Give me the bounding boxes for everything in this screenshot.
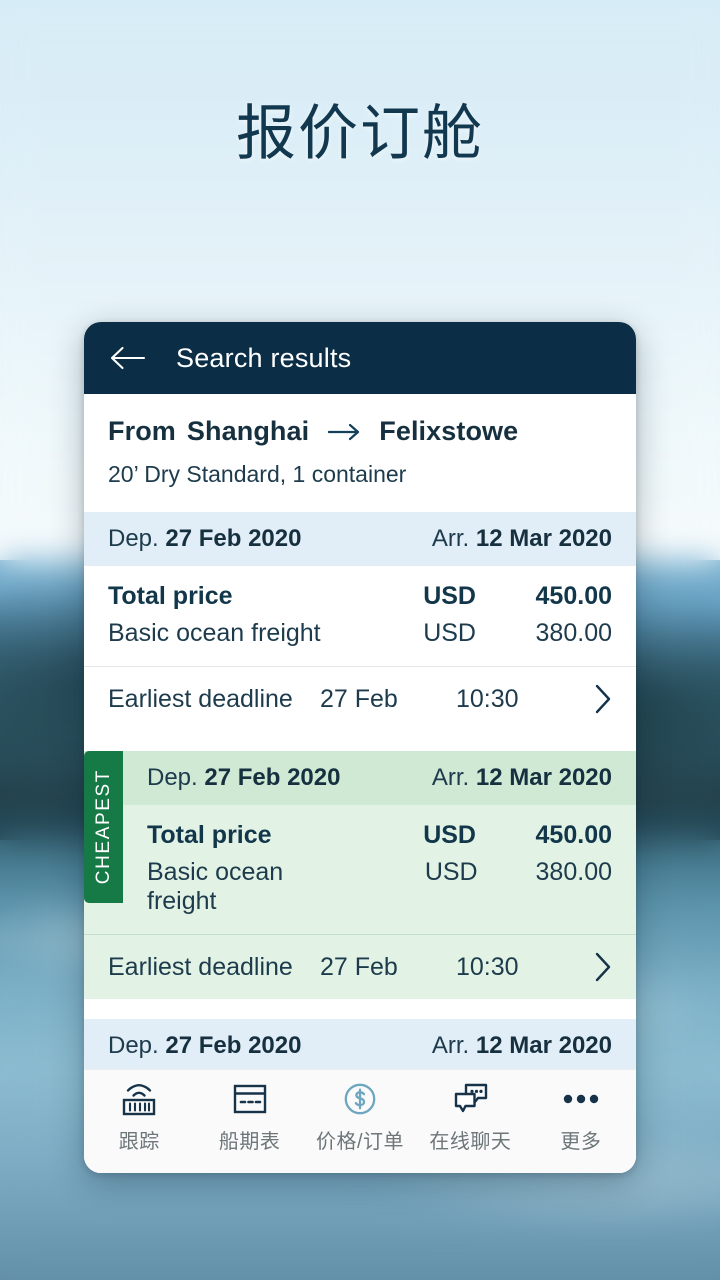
nav-label-more: 更多 [560,1131,602,1153]
route-header: From Shanghai Felixstowe 20’ Dry Standar… [84,394,636,492]
arrow-right-icon [328,422,360,442]
arrival-date: 12 Mar 2020 [475,764,612,791]
deadline-label: Earliest deadline [108,684,293,713]
app-bar: Search results [84,322,636,394]
total-price-value: 450.00 [535,582,612,610]
departure-date: 27 Feb 2020 [165,525,302,552]
chevron-right-icon[interactable] [578,952,612,982]
page-title: 报价订舱 [236,100,484,167]
total-price-row: Total price USD 450.00 [147,817,612,854]
deadline-date: 27 Feb [320,952,398,981]
nav-item-chat[interactable]: 在线聊天 [415,1079,525,1154]
freight-price-row: Basic ocean freight USD 380.00 [147,854,612,920]
departure-date-group: Dep. 27 Feb 2020 [108,1032,301,1060]
result-card[interactable]: Dep. 27 Feb 2020 Arr. 12 Mar 2020 Total … [84,512,636,731]
nav-item-more[interactable]: 更多 [526,1079,636,1154]
nav-item-tracking[interactable]: 跟踪 [84,1079,194,1154]
result-card-dates: Dep. 27 Feb 2020 Arr. 12 Mar 2020 [84,751,636,805]
route-line: From Shanghai Felixstowe [108,416,612,447]
route-summary: 20’ Dry Standard, 1 container [108,461,407,487]
chevron-right-icon[interactable] [578,684,612,714]
arrival-date: 12 Mar 2020 [475,1032,612,1059]
deadline-label: Earliest deadline [108,952,293,981]
total-price-label: Total price [147,821,272,849]
freight-currency: USD [424,858,478,886]
total-price-value: 450.00 [535,821,612,849]
arrival-label: Arr. [431,525,470,552]
freight-value: 380.00 [535,619,612,647]
dollar-circle-icon [339,1079,381,1119]
cheapest-badge: CHEAPEST [84,751,123,903]
more-dots-icon [558,1079,604,1119]
route-destination: Felixstowe [379,416,519,446]
nav-label-tracking: 跟踪 [118,1131,160,1153]
arrival-date-group: Arr. 12 Mar 2020 [432,764,612,792]
arrival-date-group: Arr. 12 Mar 2020 [432,1032,612,1060]
nav-item-schedule[interactable]: 船期表 [194,1079,304,1154]
departure-date: 27 Feb 2020 [204,764,341,791]
chat-bubbles-icon [447,1079,493,1119]
route-origin: Shanghai [186,416,310,446]
nav-item-price-order[interactable]: 价格/订单 [305,1079,415,1154]
freight-value: 380.00 [535,858,612,886]
result-card-cheapest[interactable]: CHEAPEST Dep. 27 Feb 2020 Arr. 12 Mar 20… [84,751,636,999]
phone-screen: Search results From Shanghai Felixstowe … [84,322,636,1173]
departure-label: Dep. [147,764,198,791]
departure-label: Dep. [108,525,159,552]
result-card-deadline[interactable]: Earliest deadline 27 Feb 10:30 [84,934,636,999]
cheapest-badge-label: CHEAPEST [92,769,114,885]
result-card-deadline[interactable]: Earliest deadline 27 Feb 10:30 [84,666,636,731]
freight-label: Basic ocean freight [147,858,284,915]
departure-label: Dep. [108,1032,159,1059]
nav-label-schedule: 船期表 [218,1131,281,1153]
freight-label: Basic ocean freight [108,619,321,647]
schedule-table-icon [229,1079,271,1119]
deadline-time: 10:30 [456,684,519,713]
freight-price-row: Basic ocean freight USD 380.00 [108,615,612,652]
app-bar-title: Search results [176,342,352,373]
total-price-row: Total price USD 450.00 [108,578,612,615]
result-card-prices: Total price USD 450.00 Basic ocean freig… [84,805,636,934]
total-price-currency: USD [423,582,476,610]
container-tracking-icon [117,1079,161,1119]
departure-date-group: Dep. 27 Feb 2020 [108,525,301,553]
deadline-time: 10:30 [456,952,519,981]
departure-date: 27 Feb 2020 [165,1032,302,1059]
total-price-currency: USD [423,821,476,849]
arrival-label: Arr. [431,1032,470,1059]
total-price-label: Total price [108,582,233,610]
result-card-prices: Total price USD 450.00 Basic ocean freig… [84,566,636,666]
route-from-label: From [108,416,176,446]
bottom-navigation: 跟踪 船期表 价格/订单 在线聊天 更多 [84,1069,636,1173]
arrival-date-group: Arr. 12 Mar 2020 [432,525,612,553]
deadline-date: 27 Feb [320,684,398,713]
result-card-dates: Dep. 27 Feb 2020 Arr. 12 Mar 2020 [84,1019,636,1073]
result-card-dates: Dep. 27 Feb 2020 Arr. 12 Mar 2020 [84,512,636,566]
arrival-label: Arr. [431,764,470,791]
departure-date-group: Dep. 27 Feb 2020 [147,764,340,792]
nav-label-chat: 在线聊天 [429,1131,512,1153]
nav-label-price-order: 价格/订单 [315,1131,405,1153]
arrow-left-icon[interactable] [108,338,148,378]
freight-currency: USD [423,619,476,647]
arrival-date: 12 Mar 2020 [475,525,612,552]
